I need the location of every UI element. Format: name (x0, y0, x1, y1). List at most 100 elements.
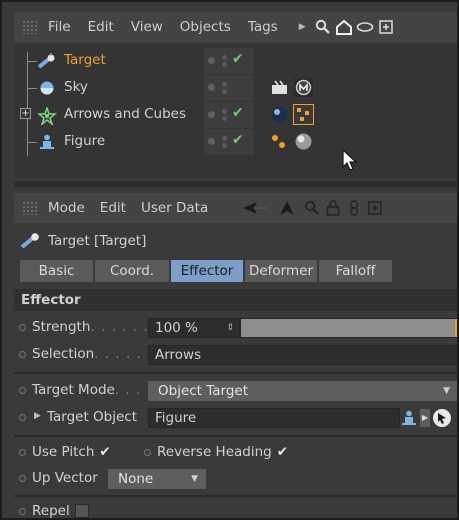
animation-keyframe-icon[interactable] (19, 508, 26, 515)
expand-toggle[interactable]: + (20, 108, 31, 119)
object-name[interactable]: Sky (64, 79, 88, 95)
sky-icon (38, 80, 56, 96)
editor-visibility-dot[interactable] (222, 109, 227, 114)
strength-slider-handle[interactable] (455, 319, 457, 337)
menu-edit[interactable]: Edit (100, 200, 126, 216)
separator (14, 435, 457, 437)
object-row-target[interactable]: Target ✔ (14, 48, 457, 74)
object-name[interactable]: Target (64, 52, 106, 68)
new-window-icon[interactable] (377, 18, 395, 36)
param-label: Up Vector (32, 470, 98, 486)
object-name[interactable]: Arrows and Cubes (64, 106, 186, 122)
param-selection: Selection. . . . . . Arrows (14, 343, 457, 367)
param-label: Reverse Heading (157, 444, 272, 460)
panel-grip-icon[interactable] (22, 201, 38, 215)
object-flags (204, 75, 254, 101)
up-vector-dropdown[interactable]: None ▼ (108, 469, 206, 489)
up-arrow-icon[interactable] (278, 199, 296, 217)
visibility-dot[interactable] (208, 138, 215, 145)
visibility-dot[interactable] (208, 84, 215, 91)
visibility-dot[interactable] (208, 57, 215, 64)
param-target-object: ▶ Target Object Figure ▶ (14, 406, 457, 430)
render-visibility-dot[interactable] (222, 143, 227, 148)
object-list: Target ✔ Sky + Arrows and Cubes ✔ Figure… (14, 44, 457, 178)
link-icon[interactable] (345, 199, 363, 217)
enabled-check-icon[interactable]: ✔ (232, 105, 244, 121)
panel-grip-icon[interactable] (22, 20, 38, 34)
animation-keyframe-icon[interactable] (19, 449, 26, 456)
tab-falloff[interactable]: Falloff (319, 260, 392, 282)
figure-icon (400, 409, 418, 427)
menu-mode[interactable]: Mode (48, 200, 85, 216)
object-row-sky[interactable]: Sky (14, 75, 457, 101)
search-icon[interactable] (314, 18, 332, 36)
figure-icon (38, 134, 56, 150)
enabled-check-icon[interactable]: ✔ (232, 51, 244, 67)
render-visibility-dot[interactable] (222, 89, 227, 94)
home-icon[interactable] (335, 18, 353, 36)
up-vector-value: None (118, 471, 154, 487)
strength-slider[interactable] (240, 318, 457, 338)
animation-keyframe-icon[interactable] (19, 351, 26, 358)
lock-icon[interactable] (324, 199, 342, 217)
object-row-arrows-and-cubes[interactable]: + Arrows and Cubes ✔ (14, 102, 457, 128)
back-arrow-icon[interactable] (243, 199, 269, 217)
use-pitch-checkbox[interactable]: ✔ (99, 444, 110, 460)
arrow-right-icon[interactable]: ▶ (299, 22, 306, 32)
param-target-mode: Target Mode. . . Object Target ▼ (14, 379, 457, 403)
eye-icon[interactable] (356, 18, 374, 36)
stepper-arrows-icon[interactable]: ⇕ (226, 319, 234, 337)
animation-keyframe-icon[interactable] (19, 324, 26, 331)
material-sphere-tag-icon[interactable] (270, 105, 289, 124)
render-visibility-dot[interactable] (222, 62, 227, 67)
compositing-tag-icon[interactable] (270, 78, 289, 97)
param-strength: Strength. . . . . . 100 % ⇕ (14, 316, 457, 340)
menu-user-data[interactable]: User Data (141, 200, 208, 216)
expand-arrow-icon[interactable]: ▶ (34, 411, 41, 421)
render-visibility-dot[interactable] (222, 116, 227, 121)
tab-deformer[interactable]: Deformer (245, 260, 317, 282)
editor-visibility-dot[interactable] (222, 82, 227, 87)
strength-slider-fill (241, 319, 455, 337)
pick-object-icon[interactable] (432, 408, 452, 428)
object-flags: ✔ (204, 102, 254, 128)
tab-effector[interactable]: Effector (171, 260, 243, 282)
display-tag-icon[interactable] (270, 132, 289, 151)
object-flags: ✔ (204, 48, 254, 74)
material-tag-icon[interactable] (294, 78, 313, 97)
selection-tag-icon[interactable] (293, 104, 314, 125)
label-dots: . . . . . . (90, 319, 149, 335)
menu-file[interactable]: File (48, 19, 71, 35)
animation-keyframe-icon[interactable] (19, 475, 26, 482)
repel-checkbox[interactable] (74, 504, 89, 518)
mouse-cursor-icon (342, 149, 358, 171)
editor-visibility-dot[interactable] (222, 55, 227, 60)
editor-visibility-dot[interactable] (222, 136, 227, 141)
material-sphere-tag-icon[interactable] (294, 132, 313, 151)
animation-keyframe-icon[interactable] (144, 449, 151, 456)
target-icon (37, 53, 55, 69)
target-object-link-field[interactable]: Figure (148, 408, 400, 428)
object-row-figure[interactable]: Figure ✔ (14, 129, 457, 155)
menu-edit[interactable]: Edit (88, 19, 114, 35)
reverse-heading-checkbox[interactable]: ✔ (277, 444, 288, 460)
menu-tags[interactable]: Tags (248, 19, 278, 35)
tab-basic[interactable]: Basic (20, 260, 93, 282)
param-label: Use Pitch (32, 444, 95, 460)
target-mode-dropdown[interactable]: Object Target ▼ (148, 381, 457, 401)
visibility-dot[interactable] (208, 111, 215, 118)
menu-objects[interactable]: Objects (180, 19, 231, 35)
menu-view[interactable]: View (131, 19, 163, 35)
new-window-icon[interactable] (366, 199, 384, 217)
selection-input[interactable]: Arrows (148, 345, 457, 365)
enabled-check-icon[interactable]: ✔ (232, 132, 244, 148)
search-icon[interactable] (303, 199, 321, 217)
link-menu-arrow-icon[interactable]: ▶ (420, 409, 430, 427)
object-name[interactable]: Figure (64, 133, 105, 149)
tab-coord[interactable]: Coord. (95, 260, 169, 282)
animation-keyframe-icon[interactable] (19, 414, 26, 421)
animation-keyframe-icon[interactable] (19, 387, 26, 394)
strength-input[interactable]: 100 % ⇕ (148, 318, 240, 338)
panel-divider[interactable] (14, 181, 457, 187)
section-header[interactable]: Effector (14, 289, 457, 311)
